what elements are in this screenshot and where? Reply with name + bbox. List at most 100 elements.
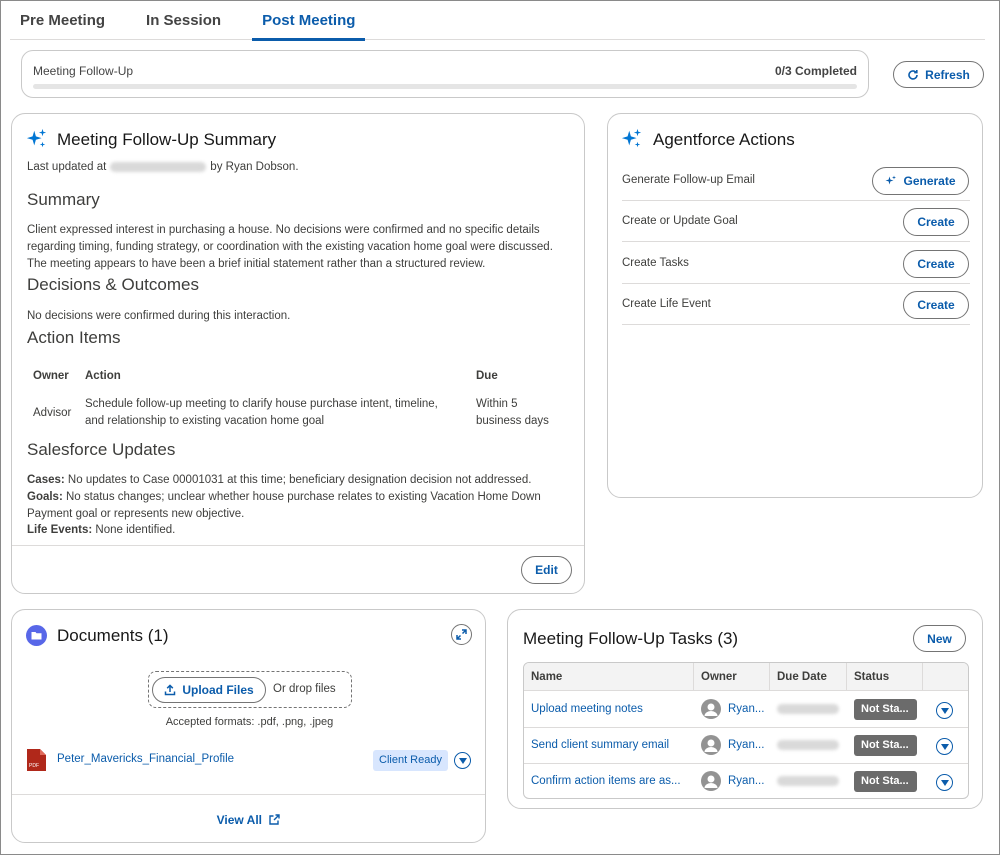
tab-post-meeting[interactable]: Post Meeting — [252, 0, 366, 41]
sparkle-icon — [621, 128, 642, 148]
col-due-date: Due Date — [777, 671, 827, 683]
col-action: Action — [85, 370, 121, 382]
action-row-generate-email: Generate Follow-up Email Generate — [622, 160, 970, 201]
status-badge: Not Sta... — [854, 771, 917, 792]
tab-in-session[interactable]: In Session — [136, 0, 231, 40]
row-actions-menu[interactable] — [936, 774, 953, 791]
file-link[interactable]: Peter_Mavericks_Financial_Profile — [57, 753, 234, 765]
meeting-summary-card: Meeting Follow-Up Summary Last updated a… — [11, 113, 585, 594]
salesforce-updates-heading: Salesforce Updates — [27, 440, 176, 459]
meeting-tabs: Pre Meeting In Session Post Meeting — [10, 0, 985, 41]
status-badge: Not Sta... — [854, 735, 917, 756]
client-ready-badge: Client Ready — [373, 750, 448, 771]
upload-icon — [165, 684, 176, 696]
task-name-link[interactable]: Upload meeting notes — [531, 703, 643, 715]
summary-heading: Summary — [27, 190, 100, 209]
column-divider — [769, 663, 770, 691]
expand-button[interactable] — [451, 624, 472, 645]
sparkle-icon — [885, 175, 897, 185]
pdf-icon: PDF — [27, 749, 46, 771]
tasks-table-header: Name Owner Due Date Status — [524, 663, 968, 691]
progress-count: 0/3 Completed — [774, 64, 857, 78]
tab-pre-meeting[interactable]: Pre Meeting — [10, 0, 115, 40]
action-label: Create Tasks — [622, 257, 689, 269]
owner-link[interactable]: Ryan... — [728, 703, 764, 715]
col-name: Name — [531, 671, 563, 683]
owner-link[interactable]: Ryan... — [728, 775, 764, 787]
documents-title: Documents (1) — [57, 626, 169, 645]
table-row: Confirm action items are as... Ryan... N… — [524, 764, 968, 798]
refresh-button[interactable]: Refresh — [893, 61, 984, 88]
sf-goals: Goals: No status changes; unclear whethe… — [27, 491, 541, 520]
column-divider — [922, 663, 923, 691]
summary-footer-divider — [12, 545, 584, 546]
create-life-event-button[interactable]: Create — [903, 291, 969, 319]
row-actions-menu[interactable] — [936, 702, 953, 719]
documents-card: Documents (1) Upload Files Or drop files… — [11, 609, 486, 843]
avatar — [701, 771, 721, 791]
file-drop-zone[interactable]: Upload Files Or drop files — [148, 671, 352, 708]
avatar — [701, 699, 721, 719]
col-due: Due — [476, 370, 498, 382]
status-badge: Not Sta... — [854, 699, 917, 720]
expand-icon — [456, 629, 467, 640]
action-label: Create or Update Goal — [622, 215, 738, 227]
chevron-down-icon — [940, 707, 949, 714]
progress-bar — [33, 84, 857, 89]
redacted-due-date — [777, 740, 839, 750]
action-row-life-event: Create Life Event Create — [622, 284, 970, 325]
edit-button[interactable]: Edit — [521, 556, 572, 584]
redacted-timestamp — [110, 161, 207, 172]
decisions-heading: Decisions & Outcomes — [27, 275, 199, 294]
col-owner: Owner — [701, 671, 737, 683]
follow-up-progress: Meeting Follow-Up 0/3 Completed — [21, 50, 869, 98]
table-row: Send client summary email Ryan... Not St… — [524, 728, 968, 764]
upload-files-button[interactable]: Upload Files — [152, 677, 266, 703]
external-link-icon — [269, 814, 281, 825]
agentforce-actions-card: Agentforce Actions Generate Follow-up Em… — [607, 113, 983, 498]
tasks-table: Name Owner Due Date Status Upload meetin… — [523, 662, 969, 799]
follow-up-tasks-card: Meeting Follow-Up Tasks (3) New Name Own… — [507, 609, 983, 809]
view-all-link[interactable]: View All — [12, 813, 485, 827]
action-text: Schedule follow-up meeting to clarify ho… — [85, 398, 438, 427]
summary-title: Meeting Follow-Up Summary — [57, 130, 277, 149]
last-updated: Last updated at by Ryan Dobson. — [27, 161, 299, 173]
action-label: Generate Follow-up Email — [622, 174, 755, 186]
action-owner: Advisor — [33, 407, 72, 419]
action-row-goal: Create or Update Goal Create — [622, 201, 970, 242]
sparkle-icon — [26, 128, 47, 148]
progress-label: Meeting Follow-Up — [33, 64, 134, 78]
drop-files-text: Or drop files — [273, 683, 336, 695]
chevron-down-icon — [940, 779, 949, 786]
task-name-link[interactable]: Send client summary email — [531, 739, 669, 751]
redacted-due-date — [777, 704, 839, 714]
task-name-link[interactable]: Confirm action items are as... — [531, 775, 681, 787]
redacted-due-date — [777, 776, 839, 786]
refresh-icon — [908, 69, 918, 80]
new-task-button[interactable]: New — [913, 625, 966, 652]
accepted-formats: Accepted formats: .pdf, .png, .jpeg — [165, 716, 334, 728]
refresh-label: Refresh — [925, 67, 970, 82]
decisions-text: No decisions were confirmed during this … — [27, 310, 291, 322]
file-actions-menu[interactable] — [454, 752, 471, 769]
documents-footer-divider — [12, 794, 485, 795]
action-row-tasks: Create Tasks Create — [622, 243, 970, 284]
avatar — [701, 735, 721, 755]
svg-text:PDF: PDF — [29, 763, 39, 769]
action-due: Within 5 business days — [476, 398, 549, 427]
owner-link[interactable]: Ryan... — [728, 739, 764, 751]
chevron-down-icon — [458, 757, 467, 764]
col-status: Status — [854, 671, 890, 683]
generate-button[interactable]: Generate — [872, 167, 969, 195]
column-divider — [846, 663, 847, 691]
create-goal-button[interactable]: Create — [903, 208, 969, 236]
sf-life-events: Life Events: None identified. — [27, 524, 176, 536]
action-items-heading: Action Items — [27, 328, 121, 347]
tasks-title: Meeting Follow-Up Tasks (3) — [523, 629, 739, 648]
row-actions-menu[interactable] — [936, 738, 953, 755]
folder-icon — [26, 625, 47, 646]
action-label: Create Life Event — [622, 298, 711, 310]
sf-cases: Cases: No updates to Case 00001031 at th… — [27, 474, 532, 486]
chevron-down-icon — [940, 743, 949, 750]
create-tasks-button[interactable]: Create — [903, 250, 969, 278]
